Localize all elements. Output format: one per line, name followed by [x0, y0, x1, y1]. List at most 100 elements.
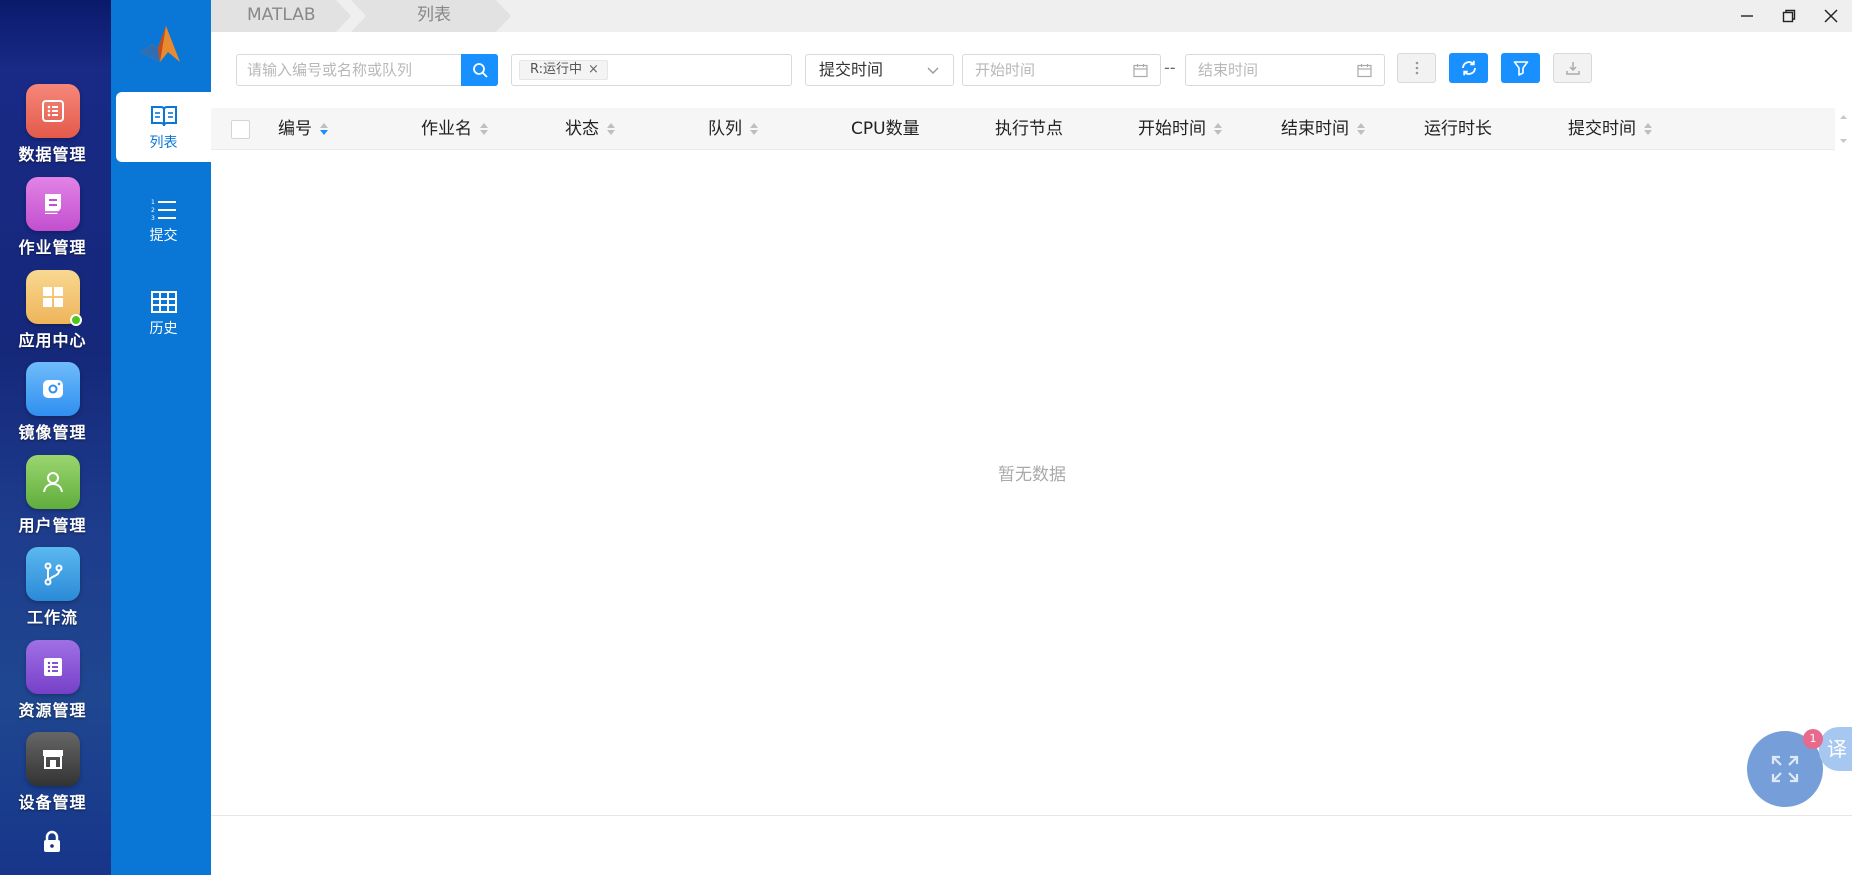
column-header-job-name[interactable]: 作业名: [421, 108, 488, 150]
subnav-label: 提交: [149, 228, 178, 244]
notification-badge: 1: [1803, 729, 1823, 749]
column-header-label: 编号: [278, 119, 312, 139]
dock-item-job-management[interactable]: 作业管理: [0, 177, 105, 258]
status-filter-tag: R:运行中 ×: [519, 60, 608, 80]
dock-label: 工作流: [26, 608, 78, 627]
column-header-label: 作业名: [421, 119, 472, 139]
sort-icon[interactable]: [607, 123, 615, 135]
search-icon: [472, 63, 488, 78]
dock-label: 用户管理: [18, 516, 87, 535]
column-header-label: 执行节点: [995, 119, 1063, 139]
column-header-start-time[interactable]: 开始时间: [1138, 108, 1222, 150]
dock-item-app-center[interactable]: 应用中心: [0, 270, 105, 351]
column-header-queue[interactable]: 队列: [708, 108, 758, 150]
column-header-status[interactable]: 状态: [565, 108, 615, 150]
more-vertical-icon: [1415, 61, 1418, 75]
search-button[interactable]: [461, 54, 498, 86]
image-management-icon: [25, 362, 80, 416]
refresh-button[interactable]: [1449, 53, 1488, 83]
end-time-picker[interactable]: 结束时间: [1185, 54, 1385, 86]
refresh-icon: [1461, 60, 1476, 76]
title-bar: MATLAB 列表: [211, 0, 1852, 32]
column-header-exec-node: 执行节点: [995, 108, 1063, 150]
sort-icon[interactable]: [480, 123, 488, 135]
sort-icon[interactable]: [1357, 123, 1365, 135]
sort-icon[interactable]: [1644, 123, 1652, 135]
matlab-logo: [138, 22, 182, 66]
dock-item-resource-management[interactable]: 资源管理: [0, 640, 105, 721]
export-button[interactable]: [1553, 53, 1592, 83]
calendar-icon: [1357, 64, 1372, 78]
close-button[interactable]: [1819, 4, 1843, 28]
filter-button[interactable]: [1501, 53, 1540, 83]
workflow-icon: [25, 547, 80, 601]
end-time-placeholder: 结束时间: [1198, 61, 1259, 79]
column-header-id[interactable]: 编号: [278, 108, 328, 150]
dock-item-device-management[interactable]: 设备管理: [0, 732, 105, 813]
more-options-button[interactable]: [1397, 53, 1436, 83]
subnav-item-history[interactable]: 历史: [116, 278, 211, 348]
search-box: [236, 54, 498, 86]
column-header-submit-time[interactable]: 提交时间: [1568, 108, 1652, 150]
translate-button[interactable]: 译: [1819, 727, 1852, 771]
dock-label: 数据管理: [18, 145, 87, 164]
breadcrumb-app[interactable]: MATLAB: [211, 0, 351, 32]
table-grid-icon: [150, 291, 177, 313]
status-filter-box[interactable]: R:运行中 ×: [511, 54, 792, 86]
download-icon: [1565, 62, 1580, 75]
calendar-icon: [1133, 64, 1148, 78]
dock-label: 作业管理: [18, 238, 87, 257]
subnav-label: 列表: [149, 135, 178, 151]
start-time-placeholder: 开始时间: [975, 61, 1036, 79]
empty-state-text: 暂无数据: [998, 465, 1066, 485]
svg-text:3: 3: [151, 215, 155, 221]
restore-button[interactable]: [1777, 4, 1801, 28]
online-status-dot: [69, 314, 82, 326]
column-header-label: 提交时间: [1568, 119, 1636, 139]
time-field-select[interactable]: 提交时间: [805, 54, 954, 86]
date-range-separator: --: [1164, 58, 1176, 77]
column-header-label: 开始时间: [1138, 119, 1206, 139]
expand-icon: [1771, 755, 1799, 783]
close-icon: [1824, 9, 1838, 23]
dock-item-workflow[interactable]: 工作流: [0, 547, 105, 628]
dock-item-user-management[interactable]: 用户管理: [0, 455, 105, 536]
chevron-down-icon: [927, 67, 939, 74]
tag-close-icon[interactable]: ×: [588, 62, 599, 77]
select-all-checkbox[interactable]: [231, 120, 250, 139]
search-input[interactable]: [237, 55, 459, 85]
column-header-label: CPU数量: [851, 119, 920, 139]
device-management-icon: [25, 732, 80, 786]
filter-icon: [1513, 61, 1528, 76]
app-center-icon: [25, 270, 82, 326]
column-header-label: 状态: [565, 119, 599, 139]
sort-icon[interactable]: [320, 123, 328, 135]
sort-icon[interactable]: [1214, 123, 1222, 135]
start-time-picker[interactable]: 开始时间: [962, 54, 1161, 86]
user-management-icon: [25, 455, 80, 509]
subnav-item-submit[interactable]: 123 提交: [116, 185, 211, 255]
book-icon: [150, 106, 177, 127]
app-dock: 数据管理 作业管理 应用中心 镜像管理 用户管理 工作流 资源管理 设备管理: [0, 0, 111, 875]
table-scrollbar[interactable]: [1835, 108, 1852, 150]
breadcrumb-page[interactable]: 列表: [351, 0, 511, 32]
svg-text:1: 1: [151, 199, 155, 206]
data-management-icon: [25, 84, 80, 138]
dock-label: 设备管理: [18, 793, 87, 812]
subnav-item-list[interactable]: 列表: [116, 92, 211, 162]
status-filter-tag-label: R:运行中: [530, 62, 583, 77]
time-field-select-value: 提交时间: [819, 60, 884, 79]
lock-icon[interactable]: [42, 830, 62, 854]
sort-icon[interactable]: [750, 123, 758, 135]
dock-label: 资源管理: [18, 701, 87, 720]
footer-divider: [211, 815, 1852, 816]
minimize-button[interactable]: [1735, 4, 1759, 28]
subnav-label: 历史: [149, 321, 178, 337]
dock-item-image-management[interactable]: 镜像管理: [0, 362, 105, 443]
svg-text:2: 2: [151, 207, 155, 214]
column-header-label: 运行时长: [1424, 119, 1492, 139]
column-header-duration: 运行时长: [1424, 108, 1492, 150]
restore-icon: [1782, 9, 1796, 23]
dock-item-data-management[interactable]: 数据管理: [0, 84, 105, 165]
column-header-end-time[interactable]: 结束时间: [1281, 108, 1365, 150]
